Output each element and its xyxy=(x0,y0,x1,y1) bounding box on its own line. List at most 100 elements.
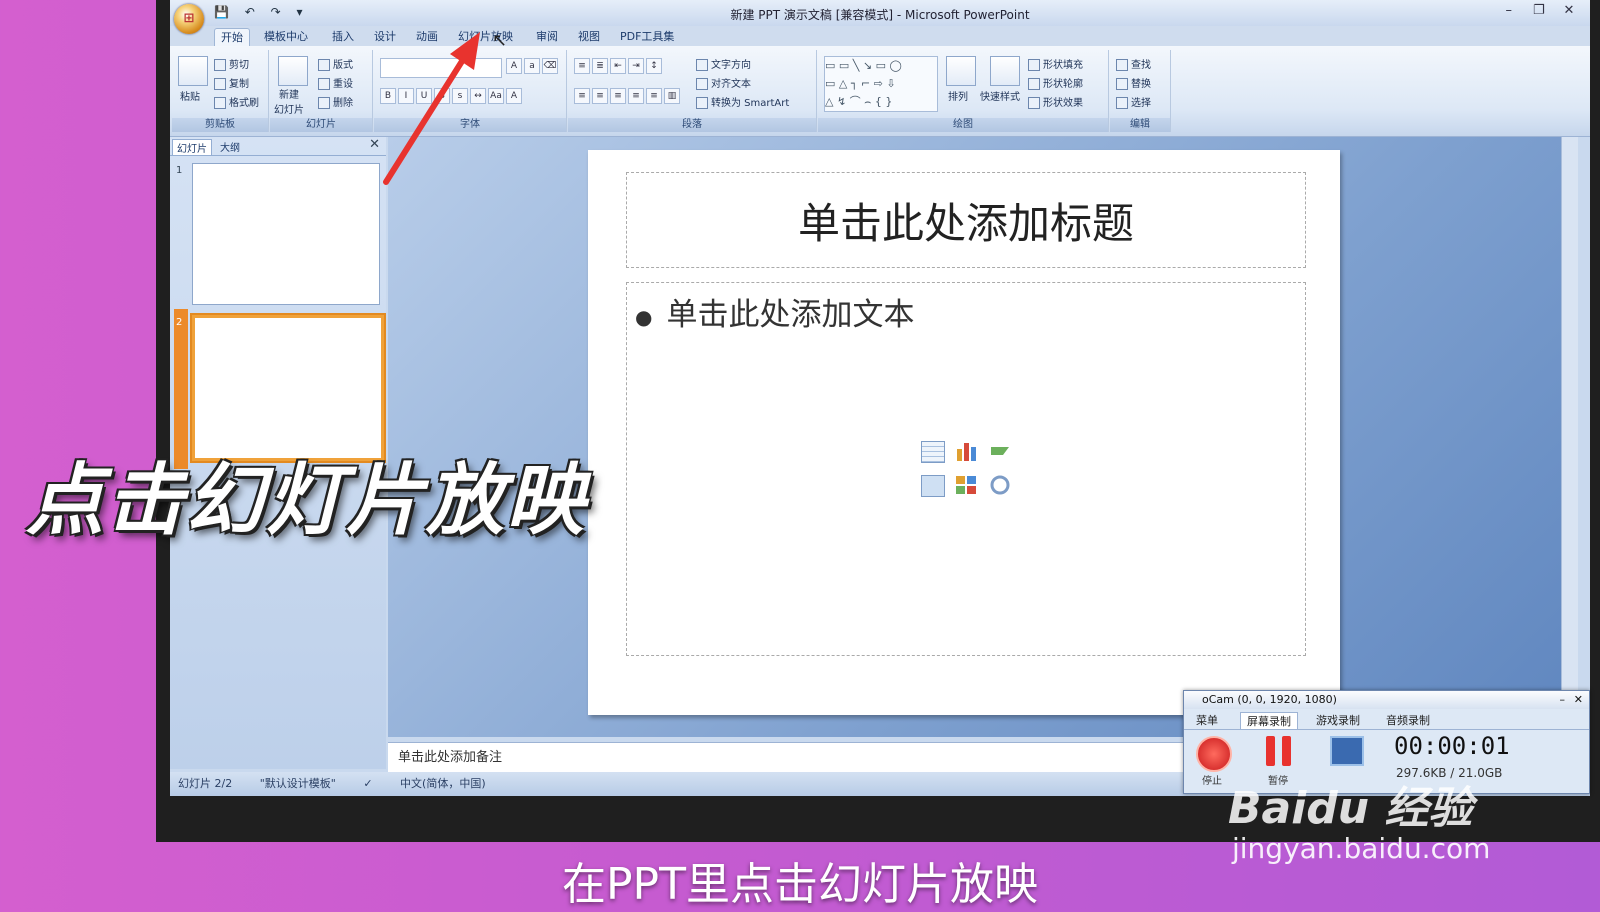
change-case-icon[interactable]: Aa xyxy=(488,88,504,104)
restore-button[interactable]: ❐ xyxy=(1526,3,1552,18)
ocam-tab-screen-record[interactable]: 屏幕录制 xyxy=(1240,712,1298,729)
minimize-icon[interactable]: – xyxy=(1560,691,1566,709)
pause-icon[interactable] xyxy=(1264,736,1294,768)
content-insert-icons xyxy=(921,441,1021,507)
title-placeholder[interactable]: 单击此处添加标题 xyxy=(626,172,1306,268)
shape-effects-button[interactable]: 形状效果 xyxy=(1028,94,1083,109)
close-icon[interactable]: ✕ xyxy=(369,137,380,152)
arrange-icon[interactable] xyxy=(946,56,976,86)
text-direction-button[interactable]: 文字方向 xyxy=(696,56,751,71)
quick-styles-icon[interactable] xyxy=(990,56,1020,86)
find-button[interactable]: 查找 xyxy=(1116,56,1151,71)
delete-button[interactable]: 删除 xyxy=(318,94,353,109)
font-size-buttons[interactable]: Aa ⌫ xyxy=(506,58,560,74)
ocam-tabs: 菜单 屏幕录制 游戏录制 音频录制 xyxy=(1184,709,1589,730)
shrink-font-icon[interactable]: a xyxy=(524,58,540,74)
office-button[interactable]: ⊞ xyxy=(174,4,204,34)
insert-picture-icon[interactable] xyxy=(921,475,945,497)
tab-outline[interactable]: 大纲 xyxy=(216,139,244,154)
shape-outline-label: 形状轮廓 xyxy=(1043,79,1083,90)
close-icon[interactable]: ✕ xyxy=(1574,691,1583,709)
group-label: 剪贴板 xyxy=(172,118,268,132)
align-buttons: ≡ ≡ ≡ ≡ ≡ ▥ xyxy=(574,88,682,104)
fill-icon xyxy=(1028,59,1040,71)
tab-insert[interactable]: 插入 xyxy=(326,28,360,46)
shapes-gallery[interactable]: ▭ ▭ ╲ ↘ ▭ ◯ ▭ △ ┐ ⌐ ⇨ ⇩ △ ↯ ⌒ ⌢ { } xyxy=(824,56,938,112)
ocam-tab-game-record[interactable]: 游戏录制 xyxy=(1310,712,1366,728)
slide-editor: 单击此处添加标题 ● 单击此处添加文本 xyxy=(388,137,1578,737)
columns-icon[interactable]: ▥ xyxy=(664,88,680,104)
tab-view[interactable]: 视图 xyxy=(572,28,606,46)
tab-slides[interactable]: 幻灯片 xyxy=(172,139,212,155)
language: 中文(简体，中国) xyxy=(400,777,486,790)
reset-icon xyxy=(318,78,330,90)
slide-thumbnail-1[interactable] xyxy=(192,163,380,305)
ocam-title: oCam (0, 0, 1920, 1080) xyxy=(1202,693,1337,706)
insert-clipart-icon[interactable] xyxy=(955,475,977,495)
theme-name: "默认设计模板" xyxy=(259,777,336,790)
insert-smartart-icon[interactable] xyxy=(989,441,1011,461)
text-direction-label: 文字方向 xyxy=(711,60,751,71)
shape-fill-button[interactable]: 形状填充 xyxy=(1028,56,1083,71)
align-center-icon[interactable]: ≡ xyxy=(592,88,608,104)
arrange-button[interactable]: 排列 xyxy=(948,88,968,103)
scissors-icon xyxy=(214,59,226,71)
quick-styles-button[interactable]: 快速样式 xyxy=(980,88,1020,103)
line-spacing-icon[interactable]: ↕ xyxy=(646,58,662,74)
format-painter-button[interactable]: 格式刷 xyxy=(214,94,259,109)
new-slide-icon[interactable] xyxy=(278,56,308,86)
tab-pdf-tools[interactable]: PDF工具集 xyxy=(614,28,680,46)
tab-home[interactable]: 开始 xyxy=(214,28,250,47)
window-controls: – ❐ ✕ xyxy=(1496,3,1582,18)
clear-format-icon[interactable]: ⌫ xyxy=(542,58,558,74)
font-color-icon[interactable]: A xyxy=(506,88,522,104)
shape-fill-label: 形状填充 xyxy=(1043,60,1083,71)
convert-smartart-button[interactable]: 转换为 SmartArt xyxy=(696,94,789,109)
cut-button[interactable]: 剪切 xyxy=(214,56,249,71)
increase-indent-icon[interactable]: ⇥ xyxy=(628,58,644,74)
grow-font-icon[interactable]: A xyxy=(506,58,522,74)
select-button[interactable]: 选择 xyxy=(1116,94,1151,109)
align-text-button[interactable]: 对齐文本 xyxy=(696,75,751,90)
ocam-title-bar: oCam (0, 0, 1920, 1080) – ✕ xyxy=(1184,691,1589,709)
minimize-button[interactable]: – xyxy=(1496,3,1522,18)
tab-review[interactable]: 审阅 xyxy=(530,28,564,46)
distributed-icon[interactable]: ≡ xyxy=(646,88,662,104)
annotation-arrow xyxy=(383,32,480,185)
replace-icon xyxy=(1116,78,1128,90)
body-placeholder[interactable]: ● 单击此处添加文本 xyxy=(626,282,1306,656)
paste-button[interactable]: 粘贴 xyxy=(180,88,200,103)
numbering-icon[interactable]: ≣ xyxy=(592,58,608,74)
new-slide-button[interactable]: 新建 幻灯片 xyxy=(274,86,304,116)
layout-button[interactable]: 版式 xyxy=(318,56,353,71)
align-text-icon xyxy=(696,78,708,90)
group-label: 幻灯片 xyxy=(270,118,372,132)
group-editing: 查找 替换 选择 编辑 xyxy=(1110,50,1171,132)
replace-button[interactable]: 替换 xyxy=(1116,75,1151,90)
insert-media-icon[interactable] xyxy=(989,475,1011,495)
close-button[interactable]: ✕ xyxy=(1556,3,1582,18)
bullets-icon[interactable]: ≡ xyxy=(574,58,590,74)
copy-button[interactable]: 复制 xyxy=(214,75,249,90)
align-right-icon[interactable]: ≡ xyxy=(610,88,626,104)
reset-button[interactable]: 重设 xyxy=(318,75,353,90)
group-paragraph: ≡ ≣ ⇤ ⇥ ↕ ≡ ≡ ≡ ≡ ≡ ▥ 文字方向 对齐文本 转换为 SmartArt 段落 xyxy=(568,50,817,132)
justify-icon[interactable]: ≡ xyxy=(628,88,644,104)
align-left-icon[interactable]: ≡ xyxy=(574,88,590,104)
select-label: 选择 xyxy=(1131,98,1151,109)
tab-template-center[interactable]: 模板中心 xyxy=(258,28,314,46)
ocam-tab-menu[interactable]: 菜单 xyxy=(1190,712,1224,728)
shape-outline-button[interactable]: 形状轮廓 xyxy=(1028,75,1083,90)
spellcheck-icon[interactable]: ✓ xyxy=(363,777,372,790)
stop-record-icon[interactable] xyxy=(1196,736,1232,772)
find-label: 查找 xyxy=(1131,60,1151,71)
vertical-scrollbar[interactable] xyxy=(1561,137,1578,737)
insert-table-icon[interactable] xyxy=(921,441,945,463)
paste-icon[interactable] xyxy=(178,56,208,86)
ocam-tab-audio-record[interactable]: 音频录制 xyxy=(1380,712,1436,728)
insert-chart-icon[interactable] xyxy=(955,441,977,461)
group-drawing: ▭ ▭ ╲ ↘ ▭ ◯ ▭ △ ┐ ⌐ ⇨ ⇩ △ ↯ ⌒ ⌢ { } 排列 快速样… xyxy=(818,50,1109,132)
decrease-indent-icon[interactable]: ⇤ xyxy=(610,58,626,74)
capture-area-icon[interactable] xyxy=(1330,736,1364,766)
smartart-icon xyxy=(696,97,708,109)
